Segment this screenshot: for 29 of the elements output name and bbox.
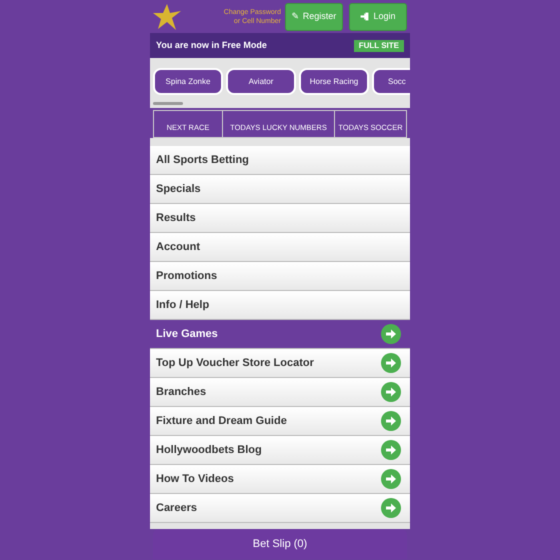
menu-item[interactable]: How To Videos	[150, 465, 410, 494]
scrollbar	[153, 102, 183, 105]
pencil-icon: ✎	[292, 10, 300, 24]
menu-item[interactable]: Careers	[150, 494, 410, 523]
menu-item[interactable]: Specials	[150, 175, 410, 204]
menu-item[interactable]: Hollywoodbets Blog	[150, 436, 410, 465]
arrow-right-icon	[381, 382, 401, 402]
menu-item[interactable]: Branches	[150, 378, 410, 407]
game-tab[interactable]: Aviator	[226, 68, 296, 95]
menu-item[interactable]: Results	[150, 204, 410, 233]
menu-item[interactable]: Fixture and Dream Guide	[150, 407, 410, 436]
menu-item[interactable]: Promotions	[150, 262, 410, 291]
arrow-right-icon	[381, 440, 401, 460]
bet-slip-button[interactable]: Bet Slip (0)	[153, 529, 407, 559]
sign-in-icon	[360, 12, 370, 21]
arrow-right-icon	[381, 469, 401, 489]
game-tab[interactable]: Socc	[372, 68, 410, 95]
game-tab[interactable]: Horse Racing	[299, 68, 369, 95]
game-tab[interactable]: Spina Zonke	[153, 68, 223, 95]
arrow-right-icon	[381, 353, 401, 373]
menu-item[interactable]: All Sports Betting	[150, 146, 410, 175]
menu-item[interactable]: Account	[150, 233, 410, 262]
arrow-right-icon	[381, 411, 401, 431]
menu-item[interactable]: Info / Help	[150, 291, 410, 320]
menu-item[interactable]: Top Up Voucher Store Locator	[150, 349, 410, 378]
arrow-right-icon	[381, 324, 401, 344]
star-logo-icon[interactable]	[152, 2, 182, 30]
mode-message: You are now in Free Mode	[156, 38, 267, 52]
arrow-right-icon	[381, 498, 401, 518]
